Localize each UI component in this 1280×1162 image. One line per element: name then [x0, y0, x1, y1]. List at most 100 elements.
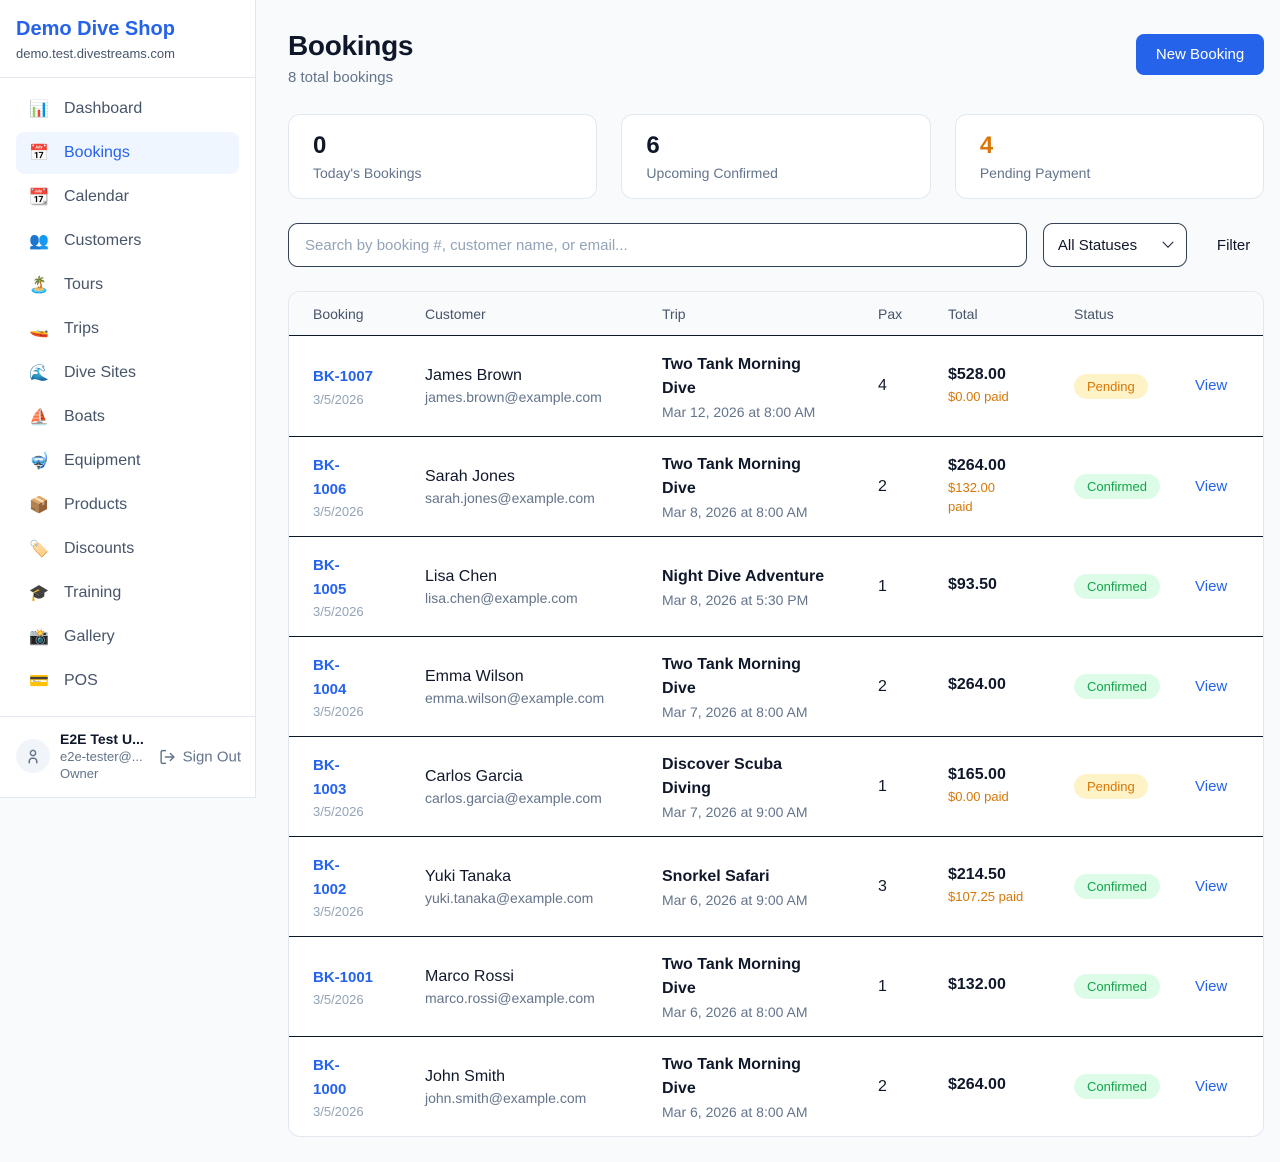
booking-id-link[interactable]: BK-1007 — [313, 365, 413, 388]
status-cell: Pending — [1074, 774, 1195, 799]
view-link[interactable]: View — [1195, 478, 1227, 495]
trip-datetime: Mar 6, 2026 at 8:00 AM — [662, 1104, 866, 1120]
sidebar-item-customers[interactable]: 👥 Customers — [16, 220, 239, 262]
sign-out-button[interactable]: Sign Out — [159, 749, 241, 766]
sidebar-item-discounts[interactable]: 🏷️ Discounts — [16, 528, 239, 570]
trip-datetime: Mar 6, 2026 at 8:00 AM — [662, 1004, 866, 1020]
user-icon — [24, 747, 42, 765]
status-cell: Confirmed — [1074, 674, 1195, 699]
dashboard-icon: 📊 — [28, 99, 50, 119]
booking-cell: BK- 1003 3/5/2026 — [313, 754, 425, 819]
sidebar-item-boats[interactable]: ⛵ Boats — [16, 396, 239, 438]
trip-cell: Two Tank Morning Dive Mar 6, 2026 at 8:0… — [662, 1053, 878, 1120]
view-link[interactable]: View — [1195, 1078, 1227, 1095]
column-header: Trip — [662, 306, 878, 322]
sidebar-item-gallery[interactable]: 📸 Gallery — [16, 616, 239, 658]
trip-datetime: Mar 8, 2026 at 8:00 AM — [662, 504, 866, 520]
status-select[interactable]: All Statuses — [1043, 223, 1187, 267]
user-email: e2e-tester@... — [60, 749, 144, 764]
table-row: BK- 1006 3/5/2026 Sarah Jones sarah.jone… — [289, 436, 1263, 536]
view-link[interactable]: View — [1195, 678, 1227, 695]
trip-cell: Two Tank Morning Dive Mar 12, 2026 at 8:… — [662, 353, 878, 420]
gallery-icon: 📸 — [28, 627, 50, 647]
sidebar-item-label: Bookings — [64, 144, 130, 162]
view-link[interactable]: View — [1195, 978, 1227, 995]
booking-id-link[interactable]: BK- 1000 — [313, 1054, 413, 1101]
pax-cell: 2 — [878, 478, 948, 496]
pax-cell: 2 — [878, 1078, 948, 1096]
sidebar-item-label: Products — [64, 496, 127, 514]
sidebar-item-trips[interactable]: 🚤 Trips — [16, 308, 239, 350]
actions-cell: View — [1195, 978, 1239, 996]
chevron-down-icon — [1162, 237, 1173, 248]
status-badge: Pending — [1074, 374, 1148, 399]
title-block: Bookings 8 total bookings — [288, 30, 413, 86]
trip-cell: Snorkel Safari Mar 6, 2026 at 9:00 AM — [662, 865, 878, 908]
view-link[interactable]: View — [1195, 778, 1227, 795]
search-input[interactable] — [288, 223, 1027, 267]
trip-name: Two Tank Morning Dive — [662, 653, 866, 701]
column-header: Pax — [878, 306, 948, 322]
tours-icon: 🏝️ — [28, 275, 50, 295]
trip-name: Discover Scuba Diving — [662, 753, 866, 801]
trip-datetime: Mar 8, 2026 at 5:30 PM — [662, 592, 866, 608]
booking-cell: BK- 1005 3/5/2026 — [313, 554, 425, 619]
trip-name: Two Tank Morning Dive — [662, 953, 866, 1001]
total-cell: $93.50 — [948, 576, 1074, 598]
sidebar-item-bookings[interactable]: 📅 Bookings — [16, 132, 239, 174]
stats-row: 0 Today's Bookings 6 Upcoming Confirmed … — [288, 114, 1264, 199]
stat-label: Pending Payment — [980, 165, 1239, 181]
user-role: Owner — [60, 766, 144, 781]
sidebar-item-dashboard[interactable]: 📊 Dashboard — [16, 88, 239, 130]
booking-id-link[interactable]: BK- 1004 — [313, 654, 413, 701]
table-header-row: BookingCustomerTripPaxTotalStatus — [289, 292, 1263, 336]
status-badge: Confirmed — [1074, 674, 1160, 699]
sidebar-item-label: Equipment — [64, 452, 141, 470]
booking-id-link[interactable]: BK-1001 — [313, 966, 413, 989]
view-link[interactable]: View — [1195, 578, 1227, 595]
sidebar-nav: 📊 Dashboard 📅 Bookings 📆 Calendar 👥 Cust… — [0, 78, 255, 716]
view-link[interactable]: View — [1195, 878, 1227, 895]
status-badge: Confirmed — [1074, 1074, 1160, 1099]
view-link[interactable]: View — [1195, 377, 1227, 394]
status-badge: Confirmed — [1074, 574, 1160, 599]
sidebar-item-products[interactable]: 📦 Products — [16, 484, 239, 526]
table-row: BK- 1004 3/5/2026 Emma Wilson emma.wilso… — [289, 636, 1263, 736]
page-subtitle: 8 total bookings — [288, 69, 413, 86]
new-booking-button[interactable]: New Booking — [1136, 34, 1264, 75]
status-badge: Confirmed — [1074, 474, 1160, 499]
sidebar-item-equipment[interactable]: 🤿 Equipment — [16, 440, 239, 482]
booking-id-link[interactable]: BK- 1003 — [313, 754, 413, 801]
booking-id-link[interactable]: BK- 1006 — [313, 454, 413, 501]
status-cell: Confirmed — [1074, 574, 1195, 599]
sidebar-item-label: Calendar — [64, 188, 129, 206]
trip-datetime: Mar 6, 2026 at 9:00 AM — [662, 892, 866, 908]
trip-cell: Discover Scuba Diving Mar 7, 2026 at 9:0… — [662, 753, 878, 820]
sidebar-item-label: Tours — [64, 276, 103, 294]
sidebar-item-label: Training — [64, 584, 121, 602]
trip-datetime: Mar 12, 2026 at 8:00 AM — [662, 404, 866, 420]
customer-email: sarah.jones@example.com — [425, 490, 650, 506]
customer-name: Carlos Garcia — [425, 768, 650, 786]
customer-name: Lisa Chen — [425, 568, 650, 586]
status-cell: Pending — [1074, 374, 1195, 399]
table-row: BK- 1005 3/5/2026 Lisa Chen lisa.chen@ex… — [289, 536, 1263, 636]
user-info: E2E Test U... e2e-tester@... Owner — [60, 731, 144, 781]
booking-date: 3/5/2026 — [313, 1104, 413, 1119]
booking-id-link[interactable]: BK- 1005 — [313, 554, 413, 601]
booking-cell: BK- 1006 3/5/2026 — [313, 454, 425, 519]
trip-name: Two Tank Morning Dive — [662, 353, 866, 401]
sidebar-item-dive-sites[interactable]: 🌊 Dive Sites — [16, 352, 239, 394]
bookings-table: BookingCustomerTripPaxTotalStatus BK-100… — [288, 291, 1264, 1137]
sidebar-item-pos[interactable]: 💳 POS — [16, 660, 239, 702]
customer-cell: John Smith john.smith@example.com — [425, 1068, 662, 1106]
status-badge: Confirmed — [1074, 874, 1160, 899]
pax-cell: 1 — [878, 578, 948, 596]
sidebar-item-tours[interactable]: 🏝️ Tours — [16, 264, 239, 306]
sidebar-item-training[interactable]: 🎓 Training — [16, 572, 239, 614]
customer-email: james.brown@example.com — [425, 389, 650, 405]
booking-id-link[interactable]: BK- 1002 — [313, 854, 413, 901]
page: Demo Dive Shop demo.test.divestreams.com… — [0, 0, 1280, 1162]
filter-button[interactable]: Filter — [1203, 237, 1264, 254]
sidebar-item-calendar[interactable]: 📆 Calendar — [16, 176, 239, 218]
